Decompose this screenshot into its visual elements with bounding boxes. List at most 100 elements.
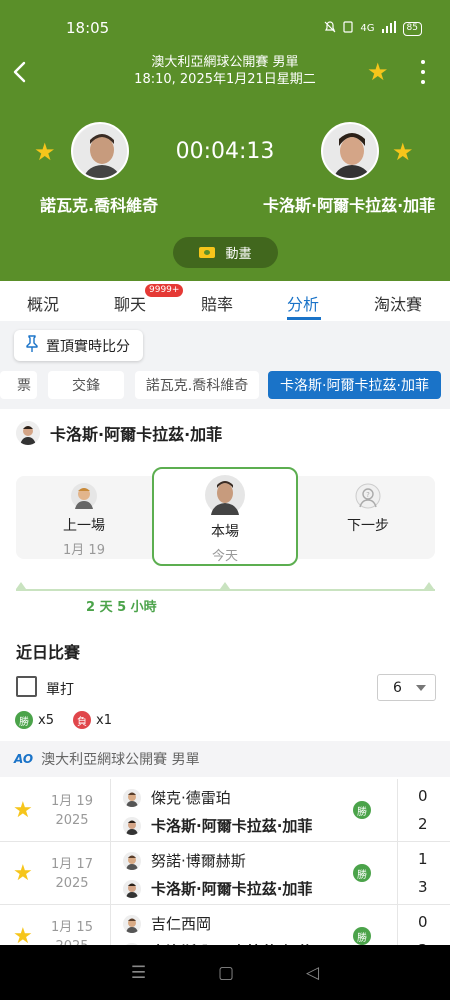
match-day: 1月 17 xyxy=(51,857,93,872)
match-timer: 00:04:13 xyxy=(175,139,275,164)
match-count-select[interactable]: 6 xyxy=(377,674,436,701)
rest-gap-label: 2 天 5 小時 xyxy=(86,600,157,615)
status-icons: 4G 85 xyxy=(324,21,422,36)
current-match-label: 本場 xyxy=(211,524,239,540)
previous-opponent-avatar xyxy=(46,483,122,509)
player2-name[interactable]: 卡洛斯·阿爾卡拉茲·加菲 xyxy=(263,192,435,216)
favorite-star-icon[interactable]: ★ xyxy=(367,59,389,85)
match-star-icon[interactable]: ★ xyxy=(13,798,33,823)
back-nav-icon[interactable]: ◁ xyxy=(306,963,319,983)
opponent-player: 努諾·博爾赫斯 xyxy=(123,850,246,871)
competition-name: 澳大利亞網球公開賽 男單 xyxy=(41,752,200,768)
recent-matches-title: 近日比賽 xyxy=(16,643,81,662)
match-year: 2025 xyxy=(55,813,89,828)
player-score: 2 xyxy=(418,815,428,833)
losses-count: x1 xyxy=(96,712,112,728)
pin-live-score-button[interactable]: 置頂實時比分 xyxy=(14,330,143,361)
current-match-content: 本場 今天 xyxy=(152,475,298,564)
match-count-value: 6 xyxy=(393,679,402,696)
player-name: 卡洛斯·阿爾卡拉茲·加菲 xyxy=(151,817,313,835)
match-row[interactable]: ★ 1月 19 2025 傑克·德雷珀卡洛斯·阿爾卡拉茲·加菲 勝 0 2 xyxy=(0,779,450,842)
system-nav-bar: ☰ ▢ ◁ xyxy=(0,945,450,1000)
result-badge-icon: 勝 xyxy=(353,864,371,882)
tab-overview[interactable]: 概況 xyxy=(27,291,59,315)
next-match-card[interactable]: ? 下一步 xyxy=(330,483,406,535)
player-name: 卡洛斯·阿爾卡拉茲·加菲 xyxy=(151,880,313,898)
player1-avatar[interactable] xyxy=(71,122,129,180)
sim-icon xyxy=(343,21,354,36)
previous-match-card[interactable]: 上一場 1月 19 xyxy=(46,483,122,558)
chip-head-to-head[interactable]: 交鋒 xyxy=(48,371,124,399)
match-row[interactable]: ★ 1月 17 2025 努諾·博爾赫斯卡洛斯·阿爾卡拉茲·加菲 勝 1 3 xyxy=(0,842,450,905)
back-button[interactable] xyxy=(10,60,32,84)
wins-count: x5 xyxy=(38,712,54,728)
tab-analysis[interactable]: 分析 xyxy=(287,291,319,315)
match-day: 1月 19 xyxy=(51,794,93,809)
status-bar: 18:05 4G 85 xyxy=(0,18,450,40)
tab-odds[interactable]: 賠率 xyxy=(201,291,233,315)
singles-checkbox[interactable] xyxy=(16,676,37,697)
current-match-date: 今天 xyxy=(211,549,238,564)
previous-match-date: 1月 19 xyxy=(63,543,105,558)
win-badge-icon: 勝 xyxy=(15,711,33,729)
opponent-score: 0 xyxy=(418,787,428,805)
player-section-header: 卡洛斯·阿爾卡拉茲·加菲 xyxy=(16,421,222,445)
competition-header[interactable]: AO 澳大利亞網球公開賽 男單 xyxy=(0,741,450,777)
match-day: 1月 15 xyxy=(51,920,93,935)
player1-star-icon[interactable]: ★ xyxy=(34,139,56,165)
match-date: 1月 17 2025 xyxy=(47,855,97,893)
result-badge-icon: 勝 xyxy=(353,801,371,819)
opponent-name: 傑克·德雷珀 xyxy=(151,789,231,807)
chat-count-badge: 9999+ xyxy=(145,284,184,297)
focus-player: 卡洛斯·阿爾卡拉茲·加菲 xyxy=(123,878,312,899)
tournament-name: 澳大利亞網球公開賽 男單 xyxy=(151,55,299,70)
opponent-name: 吉仁西岡 xyxy=(151,915,212,933)
svg-text:?: ? xyxy=(366,491,370,499)
opponent-score: 1 xyxy=(418,850,428,868)
singles-label: 單打 xyxy=(46,682,74,698)
timeline-marker-next xyxy=(424,582,434,589)
unknown-player-icon: ? xyxy=(330,483,406,509)
next-match-label: 下一步 xyxy=(347,518,389,534)
opponent-name: 努諾·博爾赫斯 xyxy=(151,852,246,870)
chip-tickets[interactable]: 票 xyxy=(0,371,37,399)
player2-star-icon[interactable]: ★ xyxy=(392,139,414,165)
player-avatar xyxy=(123,879,141,898)
home-nav-icon[interactable]: ▢ xyxy=(218,963,234,983)
player-score: 3 xyxy=(418,878,428,896)
animation-label: 動畫 xyxy=(225,247,252,262)
active-tab-indicator xyxy=(287,317,321,320)
timeline-marker-prev xyxy=(16,582,26,589)
pin-icon xyxy=(24,334,40,357)
opponent-avatar xyxy=(123,851,141,870)
menu-nav-icon[interactable]: ☰ xyxy=(131,963,146,983)
opponent-avatar xyxy=(123,788,141,807)
chip-player2[interactable]: 卡洛斯·阿爾卡拉茲·加菲 xyxy=(268,371,441,399)
wins-summary: 勝 x5 xyxy=(15,711,54,729)
opponent-player: 傑克·德雷珀 xyxy=(123,787,231,808)
network-label: 4G xyxy=(360,23,375,34)
australian-open-logo: AO xyxy=(14,752,34,766)
court-icon xyxy=(199,247,216,258)
tab-knockout[interactable]: 淘汰賽 xyxy=(374,291,422,315)
chip-player1[interactable]: 諾瓦克.喬科維奇 xyxy=(135,371,259,399)
player2-mini-avatar xyxy=(16,421,40,445)
match-star-icon[interactable]: ★ xyxy=(13,861,33,886)
animation-button[interactable]: 動畫 xyxy=(173,237,278,268)
match-year: 2025 xyxy=(55,876,89,891)
timeline-marker-current xyxy=(220,582,230,589)
opponent-avatar xyxy=(123,914,141,933)
loss-badge-icon: 負 xyxy=(73,711,91,729)
current-opponent-avatar xyxy=(152,475,298,515)
result-badge-icon: 勝 xyxy=(353,927,371,945)
tab-chat[interactable]: 聊天 xyxy=(114,291,146,315)
signal-icon xyxy=(381,21,396,36)
opponent-player: 吉仁西岡 xyxy=(123,913,211,934)
status-time: 18:05 xyxy=(66,19,110,37)
more-menu-button[interactable] xyxy=(413,58,433,86)
opponent-score: 0 xyxy=(418,913,428,931)
player1-name[interactable]: 諾瓦克.喬科維奇 xyxy=(40,192,158,216)
match-datetime: 18:10, 2025年1月21日星期二 xyxy=(134,72,316,87)
player-section-name: 卡洛斯·阿爾卡拉茲·加菲 xyxy=(50,425,223,444)
player2-avatar[interactable] xyxy=(321,122,379,180)
